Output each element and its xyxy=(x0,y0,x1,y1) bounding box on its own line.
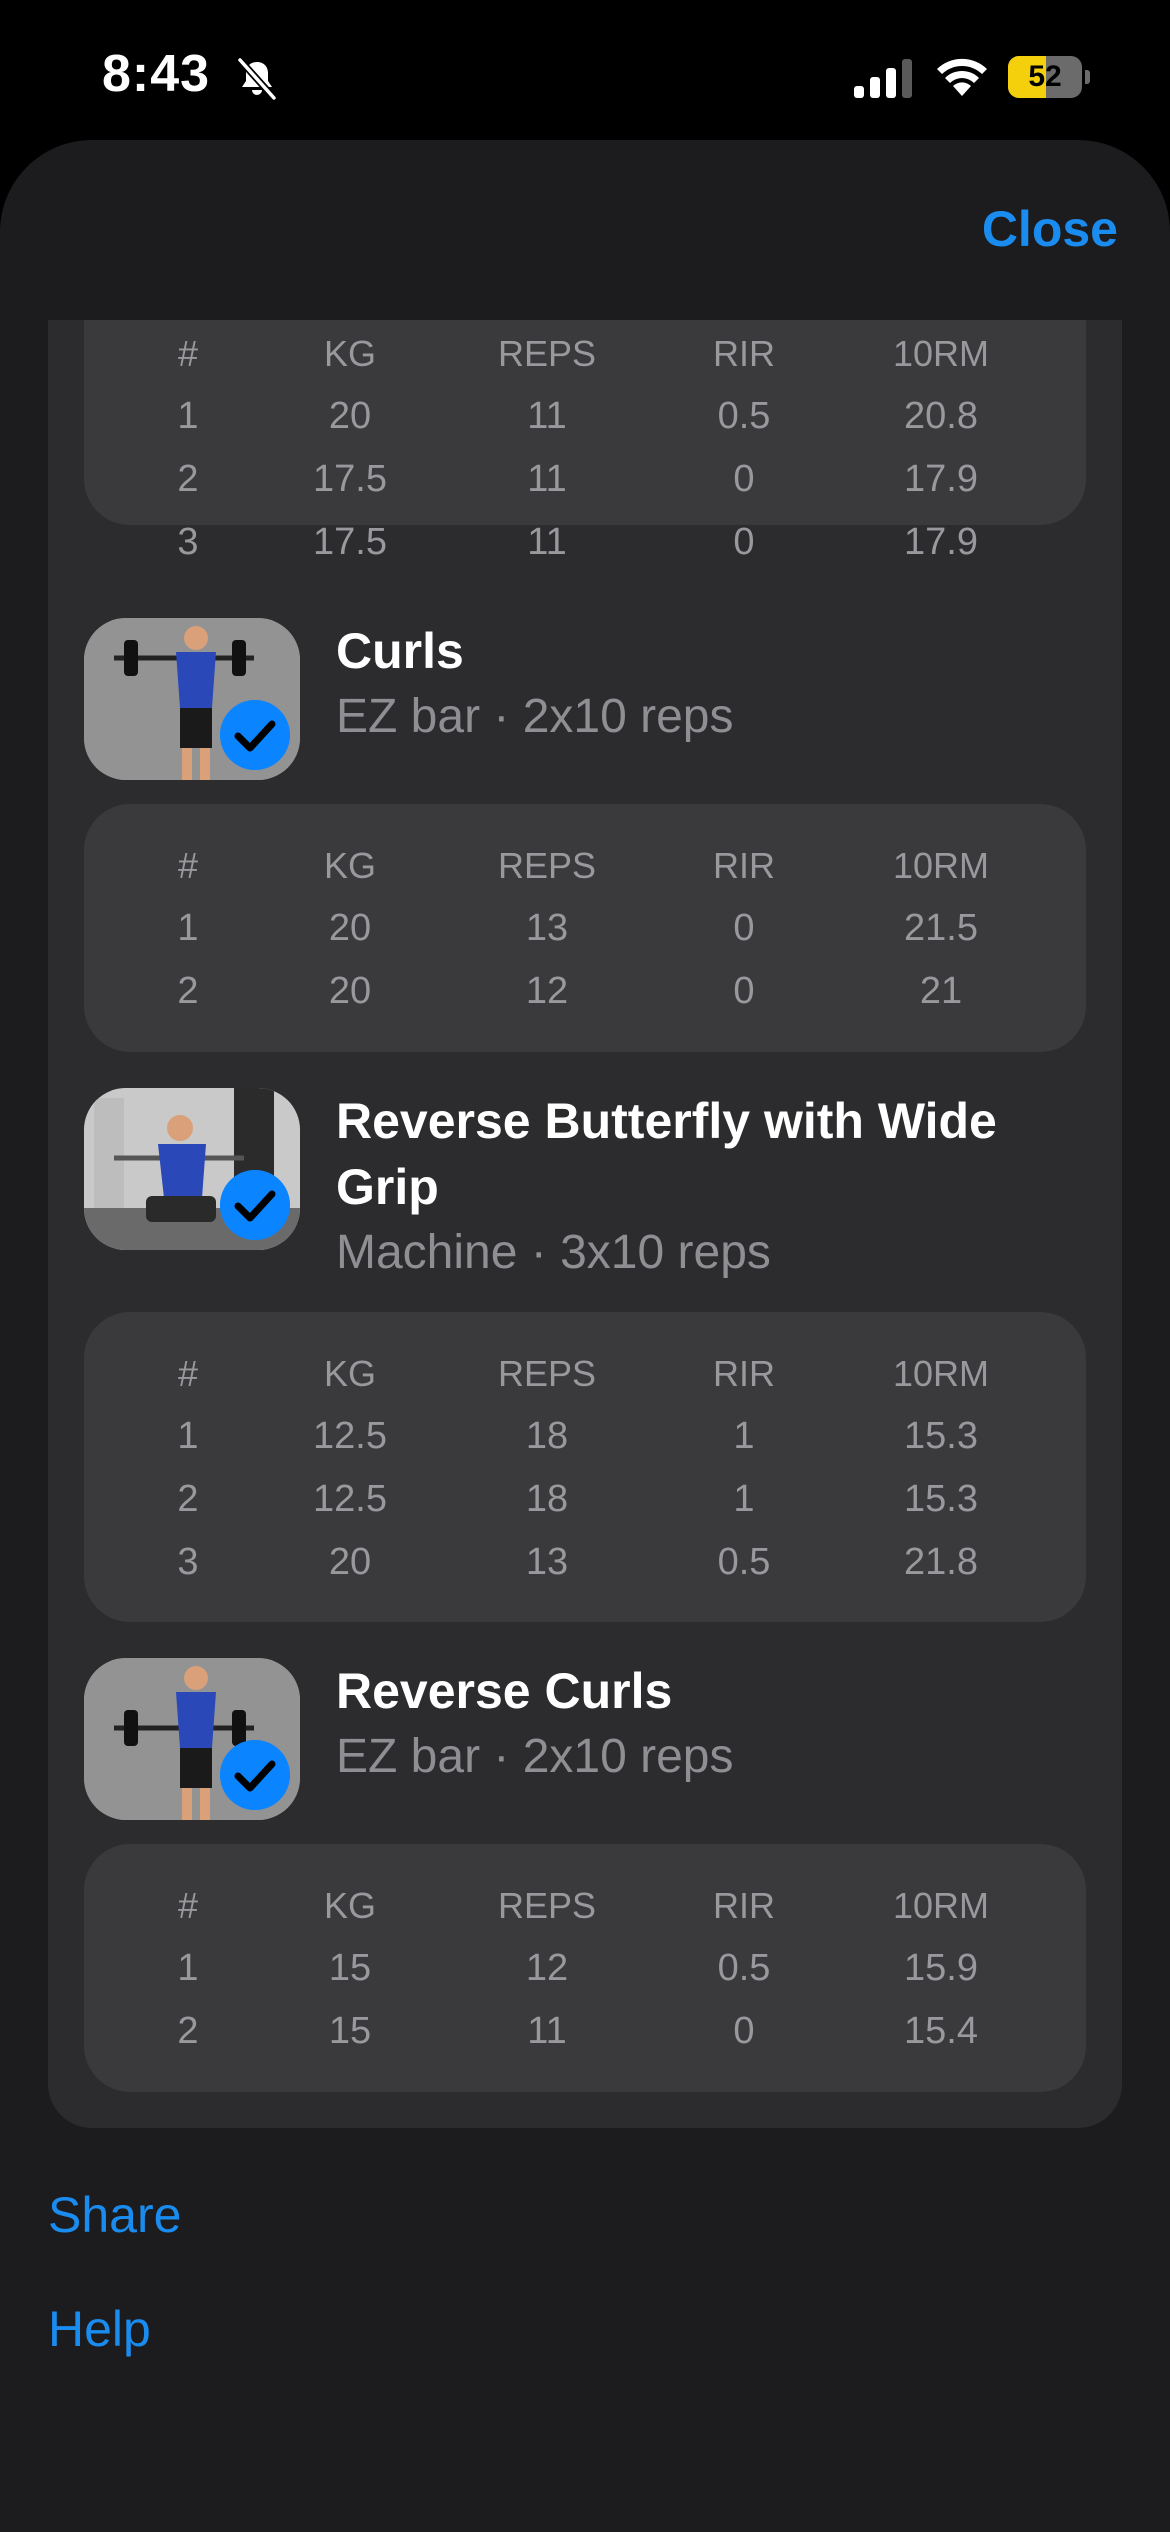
exercise-thumbnail xyxy=(84,1658,300,1820)
column-header: REPS xyxy=(497,333,597,374)
sets-header-row: # KG REPS RIR 10RM xyxy=(177,845,990,886)
sheet-header: Close xyxy=(0,140,1170,320)
help-link[interactable]: Help xyxy=(48,2300,151,2358)
exercise-subtitle: EZ bar · 2x10 reps xyxy=(336,690,734,743)
set-row: 1 12.5 18 1 15.3 xyxy=(177,1415,978,1457)
workout-summary-sheet: # KG REPS RIR 10RM 1 20 11 0.5 20.8 2 17… xyxy=(0,140,1170,2532)
exercise-subtitle: EZ bar · 2x10 reps xyxy=(336,1730,734,1783)
set-row: 3 20 13 0.5 21.8 xyxy=(177,1541,978,1583)
sets-header-row: # KG REPS RIR 10RM xyxy=(177,1885,990,1926)
exercise-title: Reverse Butterfly with Wide Grip xyxy=(336,1093,997,1215)
status-time: 8:43 xyxy=(102,45,211,103)
set-row: 2 17.5 11 0 17.9 xyxy=(177,458,978,500)
sets-table: # KG REPS RIR 10RM 1 20 13 0 21.5 2 20 1… xyxy=(84,804,1086,1052)
exercises-card: # KG REPS RIR 10RM 1 20 11 0.5 20.8 2 17… xyxy=(48,200,1122,2128)
column-header: RIR xyxy=(713,333,775,374)
set-row: 3 17.5 11 0 17.9 xyxy=(177,521,978,563)
sets-table: # KG REPS RIR 10RM 1 15 12 0.5 15.9 2 15… xyxy=(84,1844,1086,2092)
sets-header-row: # KG REPS RIR 10RM xyxy=(177,1353,990,1394)
set-row: 2 15 11 0 15.4 xyxy=(177,2010,978,2052)
exercise-row-curls[interactable]: Curls EZ bar · 2x10 reps xyxy=(84,618,1086,780)
share-link[interactable]: Share xyxy=(48,2186,181,2244)
bell-slash-icon xyxy=(237,57,277,101)
battery-percentage: 52 xyxy=(1028,60,1062,93)
cellular-signal-icon xyxy=(854,59,912,98)
exercise-subtitle: Machine · 3x10 reps xyxy=(336,1226,771,1279)
exercise-title: Curls xyxy=(336,623,464,679)
exercise-thumbnail xyxy=(84,1088,300,1250)
checkmark-badge-icon xyxy=(220,700,290,770)
checkmark-badge-icon xyxy=(220,1170,290,1240)
close-button[interactable]: Close xyxy=(982,200,1118,258)
wifi-icon xyxy=(937,58,987,96)
set-row: 2 12.5 18 1 15.3 xyxy=(177,1478,978,1520)
sets-header-row: # KG REPS RIR 10RM xyxy=(84,322,1086,385)
exercise-thumbnail xyxy=(84,618,300,780)
exercise-row-reverse-butterfly[interactable]: Reverse Butterfly with Wide Grip Machine… xyxy=(84,1088,1086,1288)
checkmark-badge-icon xyxy=(220,1740,290,1810)
set-row: 1 20 11 0.5 20.8 xyxy=(177,395,978,437)
column-header: 10RM xyxy=(892,333,990,374)
exercise-title: Reverse Curls xyxy=(336,1663,673,1719)
column-header: # xyxy=(177,333,199,374)
set-row: 2 20 12 0 21 xyxy=(177,970,963,1012)
sets-table: # KG REPS RIR 10RM 1 12.5 18 1 15.3 2 12… xyxy=(84,1312,1086,1622)
status-bar: 8:43 52 xyxy=(0,0,1170,140)
battery-icon: 52 xyxy=(1008,56,1090,98)
set-row: 1 20 13 0 21.5 xyxy=(177,907,978,949)
column-header: KG xyxy=(323,333,376,374)
set-row: 1 15 12 0.5 15.9 xyxy=(177,1947,978,1989)
exercise-row-reverse-curls[interactable]: Reverse Curls EZ bar · 2x10 reps xyxy=(84,1658,1086,1820)
